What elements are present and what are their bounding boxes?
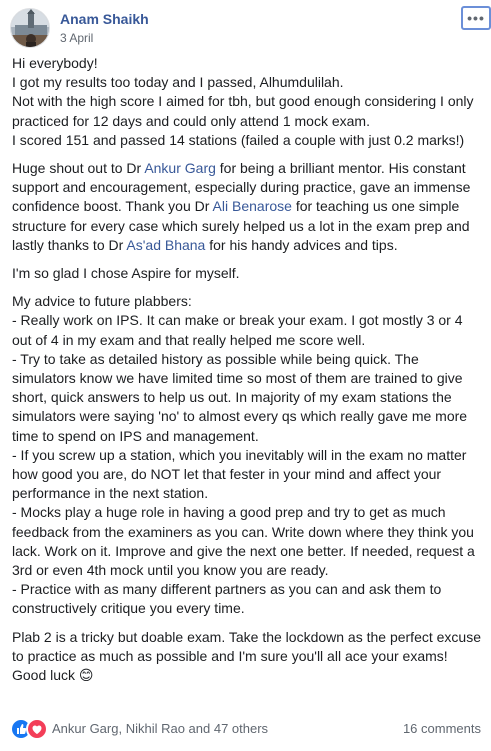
comments-count-link[interactable]: 16 comments [403,721,481,736]
post-text: Huge shout out to Dr [12,160,145,177]
post-text: - If you screw up a station, which you i… [12,446,467,502]
post-paragraph: Huge shout out to Dr Ankur Garg for bein… [12,159,485,255]
post-date[interactable]: 3 April [60,31,93,45]
mention-link[interactable]: As'ad Bhana [126,237,205,253]
post-paragraph: Hi everybody! I got my results too today … [12,54,485,150]
facebook-post: Anam Shaikh 3 April ••• Hi everybody! I g… [0,0,491,751]
post-text: I'm so glad I chose Aspire for myself. [12,265,240,282]
post-text: - Really work on IPS. It can make or bre… [12,312,463,348]
post-body: Hi everybody! I got my results too today … [12,54,485,694]
post-paragraph: I'm so glad I chose Aspire for myself. [12,264,485,283]
post-text: Not with the high score I aimed for tbh,… [12,93,474,129]
post-text: Hi everybody! [12,55,98,71]
mention-link[interactable]: Ankur Garg [144,160,216,176]
post-text: - Mocks play a huge role in having a goo… [12,504,475,579]
mention-link[interactable]: Ali Benarose [213,198,292,214]
post-text: I scored 151 and passed 14 stations (fai… [12,131,465,148]
post-text: My advice to future plabbers: [12,293,192,310]
post-header: Anam Shaikh 3 April ••• [10,6,491,50]
post-text: I got my results too today and I passed,… [12,74,344,91]
post-text: for his handy advices and tips. [205,236,398,253]
post-paragraph: Plab 2 is a tricky but doable exam. Take… [12,628,485,686]
post-paragraph: My advice to future plabbers: - Really wo… [12,292,485,618]
post-text: - Practice with as many different partne… [12,581,442,617]
author-avatar[interactable] [10,8,50,48]
reaction-names-link[interactable]: Ankur Garg, Nikhil Rao and 47 others [52,721,268,736]
more-options-button[interactable]: ••• [461,6,491,30]
love-icon [26,718,48,740]
post-text: - Try to take as detailed history as pos… [12,350,468,444]
author-name[interactable]: Anam Shaikh [60,11,149,27]
post-text: Good luck 😊 [12,667,94,684]
post-text: Plab 2 is a tricky but doable exam. Take… [12,628,481,664]
reaction-icons[interactable] [10,718,50,740]
post-footer: Ankur Garg, Nikhil Rao and 47 others 16 … [10,716,481,742]
avatar-photo-icon [11,9,49,47]
